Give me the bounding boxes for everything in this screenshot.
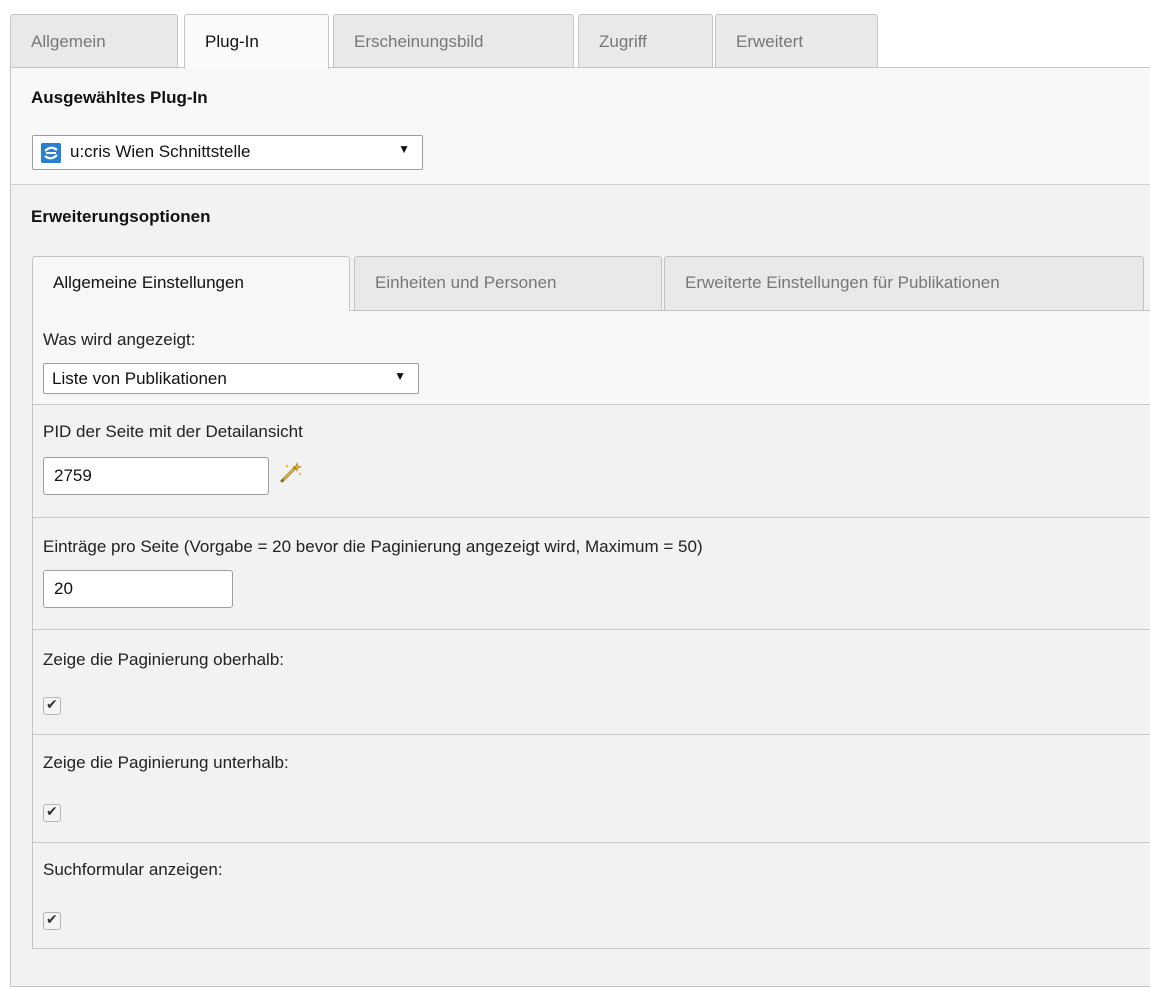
- section-title-selected-plugin: Ausgewähltes Plug-In: [31, 88, 208, 107]
- tab-allgemeine-einstellungen[interactable]: Allgemeine Einstellungen: [32, 256, 350, 311]
- plugin-select-value: u:cris Wien Schnittstelle: [70, 142, 251, 161]
- chevron-down-icon: ▼: [398, 142, 410, 156]
- check-icon: ✔: [46, 911, 58, 927]
- pagination-top-row: Zeige die Paginierung oberhalb: ✔: [33, 630, 1150, 735]
- check-icon: ✔: [46, 696, 58, 712]
- pagination-top-label: Zeige die Paginierung oberhalb:: [43, 650, 285, 669]
- search-form-label: Suchformular anzeigen:: [43, 860, 223, 879]
- display-mode-label: Was wird angezeigt:: [43, 330, 196, 349]
- tab-zugriff[interactable]: Zugriff: [578, 14, 713, 68]
- items-per-page-input[interactable]: [43, 570, 233, 608]
- tab-plug-in[interactable]: Plug-In: [184, 14, 329, 69]
- detail-pid-row: PID der Seite mit der Detailansicht: [33, 405, 1150, 518]
- tab-label: Zugriff: [599, 32, 647, 51]
- tab-label: Plug-In: [205, 32, 259, 51]
- tab-erweitert[interactable]: Erweitert: [715, 14, 878, 68]
- general-settings-panel: Was wird angezeigt: Liste von Publikatio…: [32, 310, 1150, 949]
- tab-erweiterte-einstellungen-publikationen[interactable]: Erweiterte Einstellungen für Publikation…: [664, 256, 1144, 310]
- display-mode-select[interactable]: Liste von Publikationen ▼: [43, 363, 419, 394]
- detail-pid-label: PID der Seite mit der Detailansicht: [43, 422, 303, 441]
- pagination-bottom-checkbox[interactable]: ✔: [43, 803, 61, 822]
- tab-label: Allgemein: [31, 32, 106, 51]
- items-per-page-label: Einträge pro Seite (Vorgabe = 20 bevor d…: [43, 537, 703, 556]
- items-per-page-row: Einträge pro Seite (Vorgabe = 20 bevor d…: [33, 518, 1150, 630]
- wand-icon[interactable]: [279, 461, 303, 490]
- tab-label: Erscheinungsbild: [354, 32, 484, 51]
- tab-label: Erweitert: [736, 32, 804, 51]
- tab-erscheinungsbild[interactable]: Erscheinungsbild: [333, 14, 574, 68]
- tab-label: Erweiterte Einstellungen für Publikation…: [685, 273, 1000, 292]
- tab-einheiten-und-personen[interactable]: Einheiten und Personen: [354, 256, 662, 310]
- tab-allgemein[interactable]: Allgemein: [10, 14, 178, 68]
- pagination-top-checkbox[interactable]: ✔: [43, 696, 61, 715]
- pagination-bottom-label: Zeige die Paginierung unterhalb:: [43, 753, 289, 772]
- search-form-row: Suchformular anzeigen: ✔: [33, 843, 1150, 949]
- section-title-extension-options: Erweiterungsoptionen: [31, 207, 211, 226]
- search-form-checkbox[interactable]: ✔: [43, 911, 61, 930]
- detail-pid-input[interactable]: [43, 457, 269, 495]
- check-icon: ✔: [46, 803, 58, 819]
- tab-label: Allgemeine Einstellungen: [53, 273, 244, 292]
- plugin-select[interactable]: u:cris Wien Schnittstelle ▼: [32, 135, 423, 170]
- pagination-bottom-row: Zeige die Paginierung unterhalb: ✔: [33, 735, 1150, 843]
- display-mode-row: Was wird angezeigt: Liste von Publikatio…: [33, 311, 1150, 405]
- tab-label: Einheiten und Personen: [375, 273, 557, 292]
- chevron-down-icon: ▼: [394, 369, 406, 383]
- display-mode-value: Liste von Publikationen: [52, 369, 227, 388]
- ucris-plugin-icon: [41, 143, 61, 163]
